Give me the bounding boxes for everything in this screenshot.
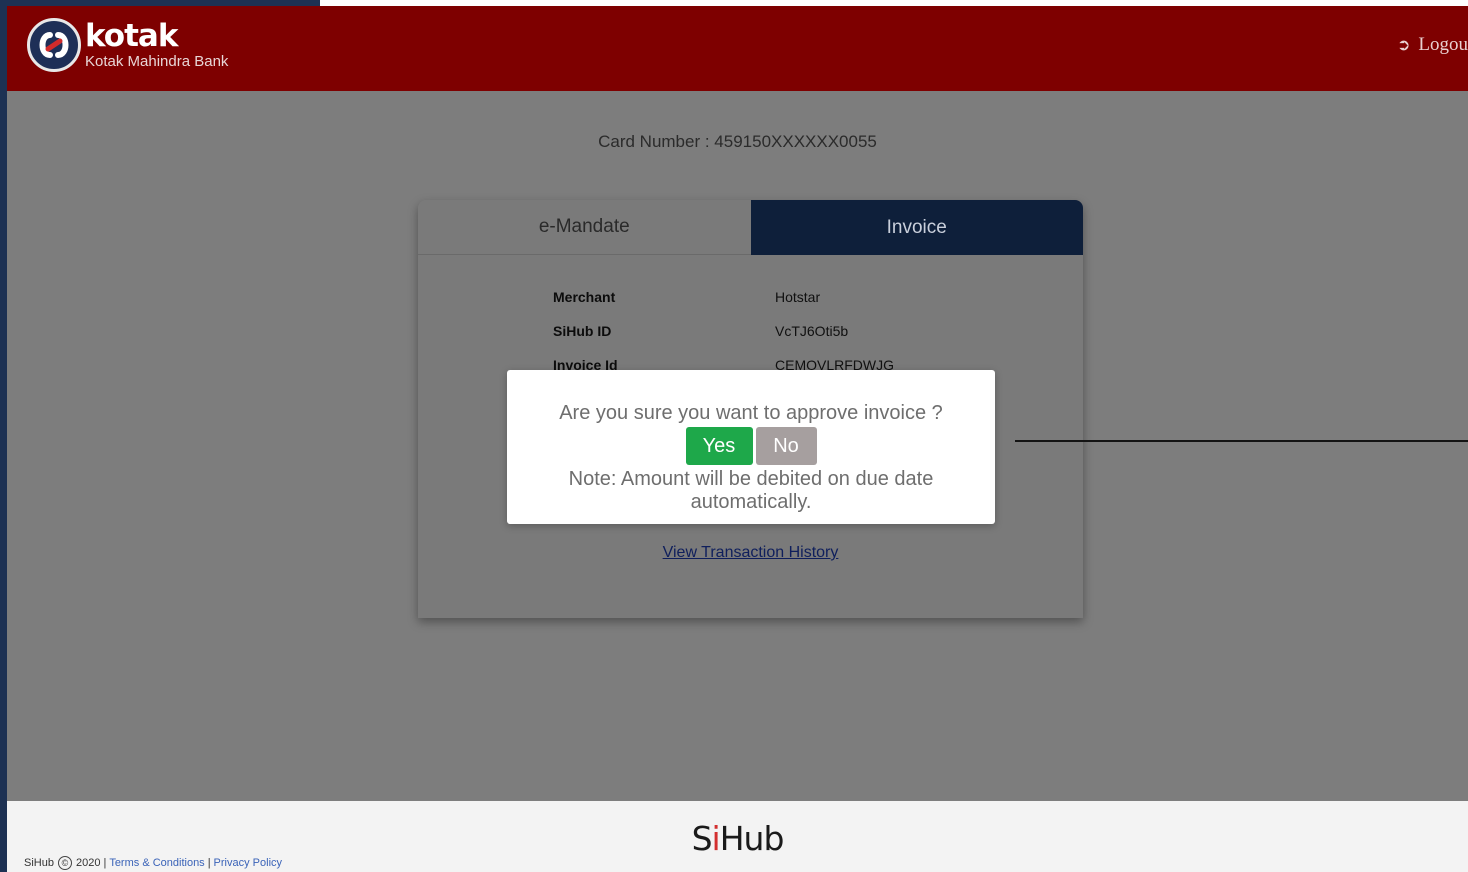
no-button[interactable]: No [755, 427, 817, 465]
legal-name: SiHub [24, 857, 54, 869]
header-bar: kotak Kotak Mahindra Bank ➲ Logou [7, 6, 1468, 91]
tab-invoice[interactable]: Invoice [750, 200, 1083, 255]
detail-row-sihub-id: SiHub ID VcTJ6Oti5b [553, 314, 983, 348]
card-number: Card Number : 459150XXXXXX0055 [598, 132, 877, 151]
terms-link[interactable]: Terms & Conditions [109, 857, 204, 869]
tab-e-mandate[interactable]: e-Mandate [418, 200, 751, 255]
tab-bar: e-Mandate Invoice [418, 200, 1083, 255]
brand-name: kotak [85, 18, 178, 54]
footer: SiHub SiHub © 2020 | Terms & Conditions … [7, 801, 1468, 872]
sihub-logo-accent: i [711, 819, 721, 858]
brand-subtitle: Kotak Mahindra Bank [85, 53, 229, 70]
sihub-logo-prefix: S [691, 819, 713, 858]
approve-confirm-dialog: Are you sure you want to approve invoice… [507, 370, 995, 524]
connector-line [1015, 440, 1468, 442]
detail-value: VcTJ6Oti5b [775, 323, 849, 339]
view-transaction-history-link[interactable]: View Transaction History [418, 544, 1083, 562]
legal-year: 2020 [75, 857, 101, 869]
logout-label: Logou [1418, 34, 1468, 55]
kotak-logo-icon [27, 18, 81, 72]
separator: | [207, 857, 211, 869]
logout-link[interactable]: ➲ Logou [1397, 34, 1468, 56]
app-window: kotak Kotak Mahindra Bank ➲ Logou Card N… [7, 6, 1468, 872]
detail-row-merchant: Merchant Hotstar [553, 280, 983, 314]
sihub-logo-suffix: Hub [719, 819, 785, 858]
sign-out-icon: ➲ [1396, 37, 1411, 54]
copyright-icon: © [57, 856, 72, 870]
detail-label: Merchant [553, 289, 616, 305]
separator: | [103, 857, 107, 869]
sihub-logo: SiHub [7, 819, 1468, 858]
footer-legal: SiHub © 2020 | Terms & Conditions | Priv… [24, 856, 282, 870]
detail-value: Hotstar [775, 289, 821, 305]
dialog-buttons: Yes No [507, 427, 995, 465]
kotak-logo: kotak Kotak Mahindra Bank [27, 18, 228, 72]
invoice-details: Merchant Hotstar SiHub ID VcTJ6Oti5b Inv… [553, 280, 983, 382]
yes-button[interactable]: Yes [685, 427, 753, 465]
detail-label: SiHub ID [553, 323, 612, 339]
dialog-question: Are you sure you want to approve invoice… [559, 402, 943, 424]
dialog-note: Note: Amount will be debited on due date… [568, 468, 934, 513]
privacy-policy-link[interactable]: Privacy Policy [214, 857, 282, 869]
